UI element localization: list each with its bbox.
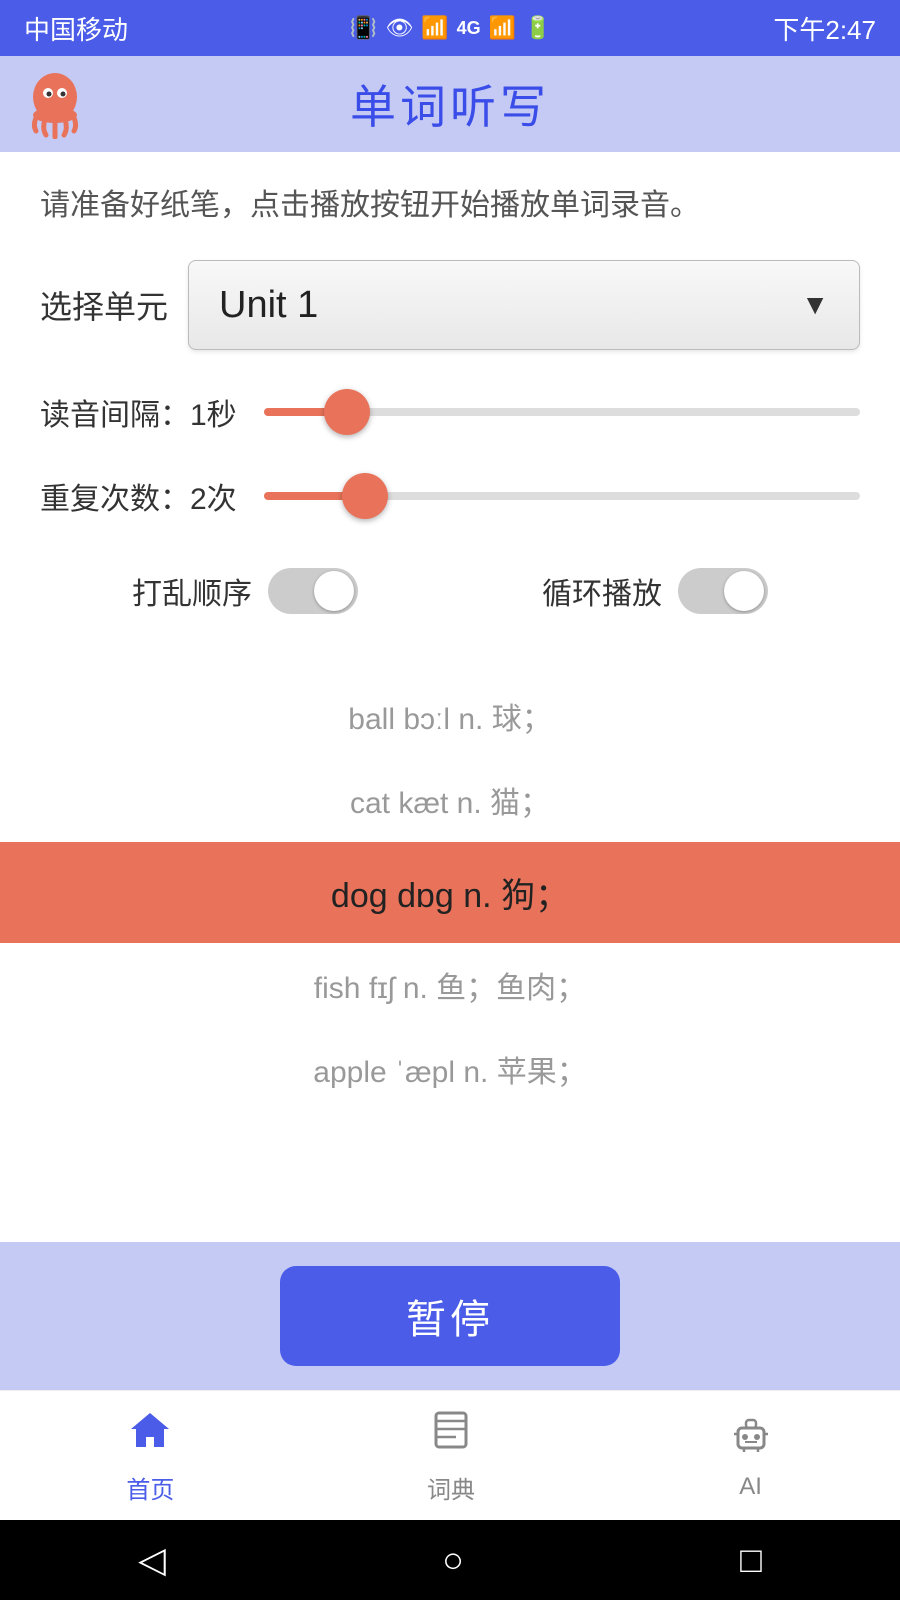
instruction-text: 请准备好纸笔，点击播放按钮开始播放单词录音。 <box>40 182 860 230</box>
toggles-row: 打乱顺序 循环播放 <box>40 558 860 644</box>
shuffle-toggle-knob <box>314 571 354 611</box>
word-list: ball bɔːl n. 球； cat kæt n. 猫； dog dɒg n.… <box>40 674 860 1111</box>
network-icon: 4G <box>457 18 481 39</box>
status-icons: 📳 👁 📶 4G 📶 🔋 <box>350 15 552 41</box>
loop-label: 循环播放 <box>542 569 662 613</box>
nav-item-ai[interactable]: AI <box>728 1410 774 1501</box>
status-bar: 中国移动 📳 👁 📶 4G 📶 🔋 下午2:47 <box>0 0 900 56</box>
unit-dropdown[interactable]: Unit 1 ▼ <box>188 260 860 350</box>
word-item-apple[interactable]: apple ˈæpl n. 苹果； <box>40 1027 860 1111</box>
repeat-count-row: 重复次数：2次 <box>40 474 860 518</box>
reading-interval-row: 读音间隔：1秒 <box>40 390 860 434</box>
main-content: 请准备好纸笔，点击播放按钮开始播放单词录音。 选择单元 Unit 1 ▼ 读音间… <box>0 152 900 1111</box>
nav-item-home[interactable]: 首页 <box>126 1407 174 1505</box>
robot-icon <box>728 1410 774 1467</box>
unit-selector-row: 选择单元 Unit 1 ▼ <box>40 260 860 350</box>
reading-interval-label: 读音间隔：1秒 <box>40 390 240 434</box>
signal-bars-icon: 📶 <box>489 15 516 41</box>
home-icon <box>127 1407 173 1464</box>
page-title: 单词听写 <box>350 71 550 137</box>
signal-icon: 📳 <box>350 15 377 41</box>
wifi-icon: 📶 <box>421 15 448 41</box>
word-item-ball[interactable]: ball bɔːl n. 球； <box>40 674 860 758</box>
repeat-count-label: 重复次数：2次 <box>40 474 240 518</box>
book-icon <box>428 1407 474 1464</box>
loop-toggle-knob <box>724 571 764 611</box>
reading-interval-thumb[interactable] <box>324 389 370 435</box>
shuffle-label: 打乱顺序 <box>132 569 252 613</box>
app-logo <box>20 69 90 139</box>
back-button[interactable]: ◁ <box>138 1539 166 1581</box>
ai-nav-label: AI <box>739 1473 762 1501</box>
recent-apps-button[interactable]: □ <box>740 1539 762 1581</box>
word-item-fish[interactable]: fish fɪʃ n. 鱼；鱼肉； <box>40 943 860 1027</box>
repeat-count-thumb[interactable] <box>342 473 388 519</box>
battery-icon: 🔋 <box>524 15 551 41</box>
dictionary-nav-label: 词典 <box>427 1470 475 1505</box>
unit-selected-value: Unit 1 <box>219 284 318 327</box>
home-button[interactable]: ○ <box>442 1539 464 1581</box>
pause-button[interactable]: 暂停 <box>280 1266 620 1366</box>
word-item-cat[interactable]: cat kæt n. 猫； <box>40 758 860 842</box>
shuffle-toggle[interactable] <box>268 568 358 614</box>
time-label: 下午2:47 <box>773 10 876 47</box>
bottom-action-area: 暂停 <box>0 1242 900 1390</box>
pause-button-label: 暂停 <box>406 1287 494 1345</box>
home-nav-label: 首页 <box>126 1470 174 1505</box>
carrier-label: 中国移动 <box>24 10 128 47</box>
eye-icon: 👁 <box>385 15 413 41</box>
loop-toggle[interactable] <box>678 568 768 614</box>
system-nav-bar: ◁ ○ □ <box>0 1520 900 1600</box>
nav-item-dictionary[interactable]: 词典 <box>427 1407 475 1505</box>
app-header: 单词听写 <box>0 56 900 152</box>
shuffle-toggle-item: 打乱顺序 <box>132 568 358 614</box>
dropdown-arrow-icon: ▼ <box>801 289 829 321</box>
repeat-count-slider[interactable] <box>264 492 860 500</box>
reading-interval-slider[interactable] <box>264 408 860 416</box>
unit-selector-label: 选择单元 <box>40 282 168 328</box>
word-item-dog[interactable]: dog dɒg n. 狗； <box>0 842 900 943</box>
bottom-nav: 首页 词典 <box>0 1390 900 1520</box>
loop-toggle-item: 循环播放 <box>542 568 768 614</box>
